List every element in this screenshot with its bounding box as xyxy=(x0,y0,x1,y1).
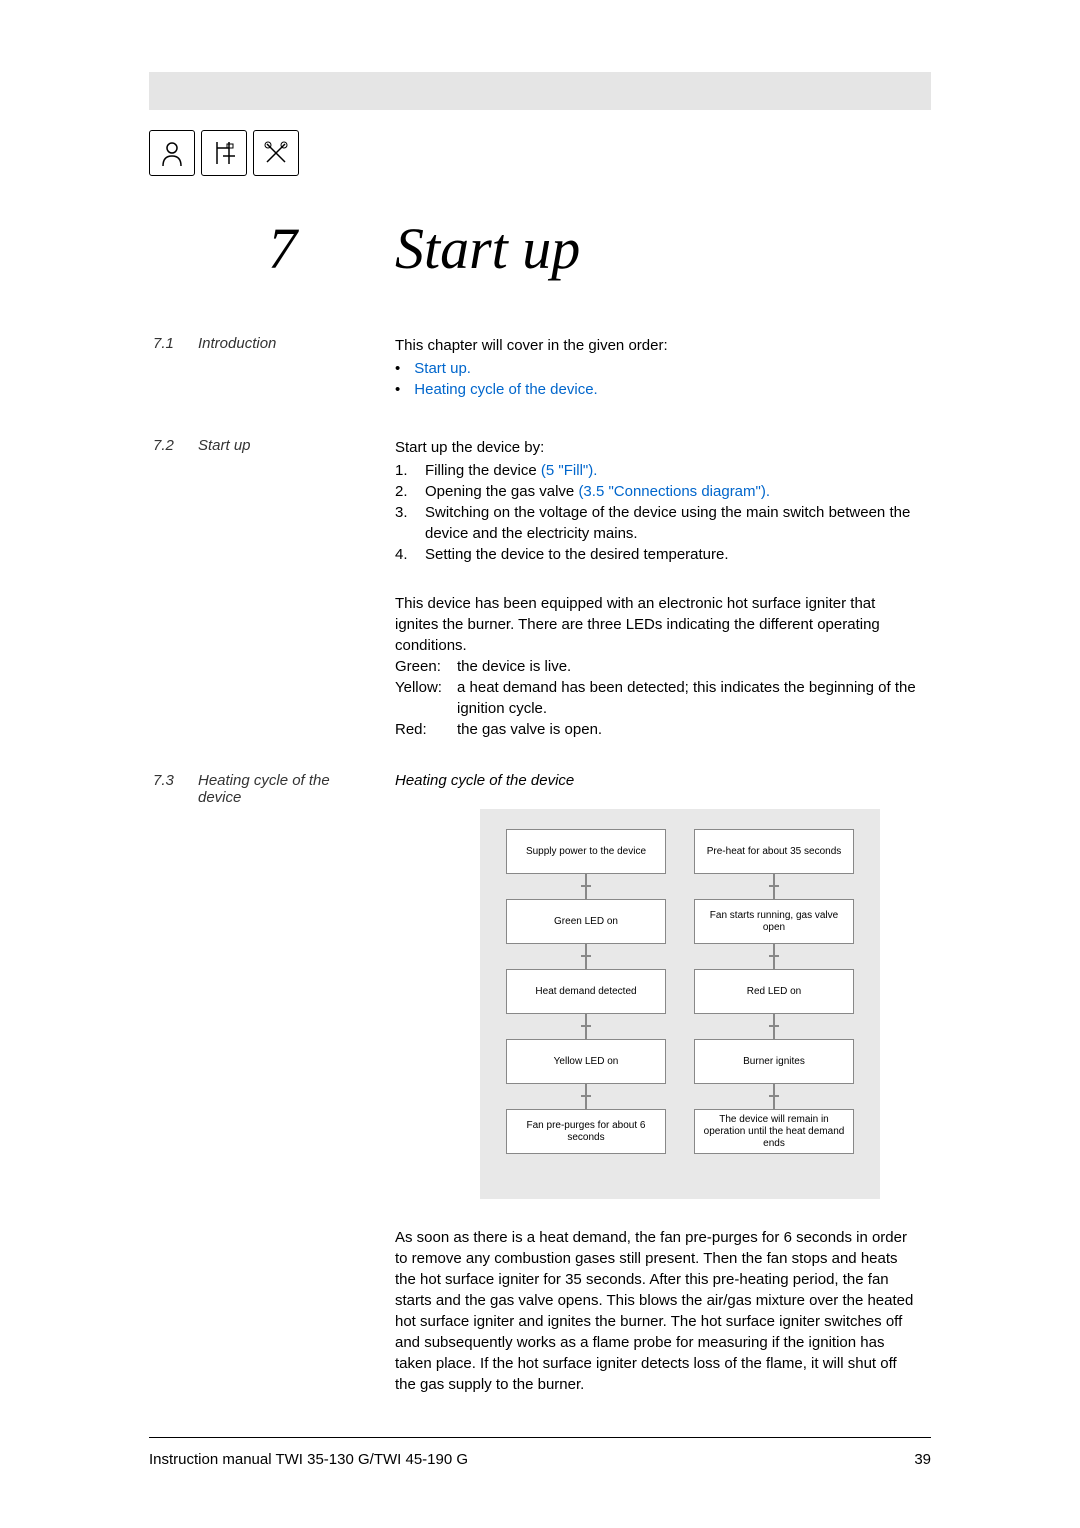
step-num: 3. xyxy=(395,502,425,544)
heating-cycle-diagram: Supply power to the device Green LED on … xyxy=(480,809,880,1199)
section-label: Heating cycle of the device xyxy=(198,772,348,806)
led-yellow: Yellow:a heat demand has been detected; … xyxy=(395,677,920,719)
flow-column-left: Supply power to the device Green LED on … xyxy=(506,829,666,1154)
footer-doc-title: Instruction manual TWI 35-130 G/TWI 45-1… xyxy=(149,1451,468,1468)
flow-box: Yellow LED on xyxy=(506,1039,666,1084)
flow-box: Burner ignites xyxy=(694,1039,854,1084)
flow-connector xyxy=(585,874,587,899)
footer-rule xyxy=(149,1437,931,1438)
body: 7.1 Introduction This chapter will cover… xyxy=(0,335,1080,1427)
igniter-paragraph: This device has been equipped with an el… xyxy=(395,593,920,656)
chapter-title: Start up xyxy=(395,215,580,282)
flow-box: Supply power to the device xyxy=(506,829,666,874)
link-connections[interactable]: (3.5 "Connections diagram"). xyxy=(578,483,770,500)
flow-connector xyxy=(585,1084,587,1109)
diagram-caption: Heating cycle of the device xyxy=(395,772,1080,789)
section-7-2: 7.2 Start up Start up the device by: 1.F… xyxy=(0,437,1080,740)
link-startup[interactable]: Start up. xyxy=(414,360,471,377)
flow-box: Heat demand detected xyxy=(506,969,666,1014)
flow-box: Fan pre-purges for about 6 seconds xyxy=(506,1109,666,1154)
section-num: 7.3 xyxy=(153,772,174,789)
flow-connector xyxy=(773,1014,775,1039)
step-text: Switching on the voltage of the device u… xyxy=(425,502,920,544)
chapter-number: 7 xyxy=(268,215,297,282)
step-num: 2. xyxy=(395,481,425,502)
led-red: Red:the gas valve is open. xyxy=(395,719,920,740)
step-text: Setting the device to the desired temper… xyxy=(425,544,729,565)
flow-box: Red LED on xyxy=(694,969,854,1014)
step-num: 4. xyxy=(395,544,425,565)
led-green: Green:the device is live. xyxy=(395,656,920,677)
section-label: Introduction xyxy=(198,335,348,352)
section-text: Start up the device by: 1.Filling the de… xyxy=(395,437,920,740)
piping-icon xyxy=(201,130,247,176)
section-text: This chapter will cover in the given ord… xyxy=(395,335,668,405)
header-bar xyxy=(149,72,931,110)
user-icon xyxy=(149,130,195,176)
flow-box: Pre-heat for about 35 seconds xyxy=(694,829,854,874)
link-fill[interactable]: (5 "Fill"). xyxy=(541,462,597,479)
step-text: Opening the gas valve (3.5 "Connections … xyxy=(425,481,770,502)
section-num: 7.2 xyxy=(153,437,174,454)
numbered-list: 1.Filling the device (5 "Fill"). 2.Openi… xyxy=(395,460,920,565)
flow-box: Fan starts running, gas valve open xyxy=(694,899,854,944)
flow-box: Green LED on xyxy=(506,899,666,944)
flow-box: The device will remain in operation unti… xyxy=(694,1109,854,1154)
section-num: 7.1 xyxy=(153,335,174,352)
flow-connector xyxy=(773,874,775,899)
flow-connector xyxy=(773,1084,775,1109)
role-icons xyxy=(149,130,299,176)
intro-line: Start up the device by: xyxy=(395,437,920,458)
flow-connector xyxy=(773,944,775,969)
heating-cycle-description: As soon as there is a heat demand, the f… xyxy=(395,1227,920,1395)
section-7-3: 7.3 Heating cycle of the device Heating … xyxy=(0,772,1080,1395)
tools-icon xyxy=(253,130,299,176)
footer-page-number: 39 xyxy=(914,1451,931,1468)
bullet-list: Start up. Heating cycle of the device. xyxy=(395,358,668,400)
section-7-1: 7.1 Introduction This chapter will cover… xyxy=(0,335,1080,405)
intro-line: This chapter will cover in the given ord… xyxy=(395,335,668,356)
link-heating-cycle[interactable]: Heating cycle of the device. xyxy=(414,381,597,398)
flow-connector xyxy=(585,944,587,969)
flow-connector xyxy=(585,1014,587,1039)
section-label: Start up xyxy=(198,437,348,454)
flow-column-right: Pre-heat for about 35 seconds Fan starts… xyxy=(694,829,854,1154)
step-text: Filling the device (5 "Fill"). xyxy=(425,460,597,481)
step-num: 1. xyxy=(395,460,425,481)
